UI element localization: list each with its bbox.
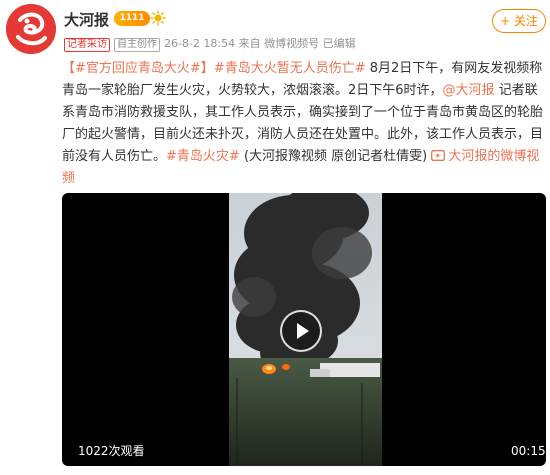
video-icon	[431, 150, 446, 161]
play-icon	[297, 323, 309, 339]
mention-link[interactable]: @大河报	[443, 83, 495, 98]
view-count: 1022次观看	[78, 444, 145, 458]
author-name[interactable]: 大河报	[64, 10, 109, 30]
dahebao-logo	[6, 4, 56, 54]
tag-original: 自主创作	[114, 38, 160, 52]
sun-icon[interactable]	[150, 10, 166, 26]
play-button[interactable]	[280, 310, 322, 352]
post-text: (大河报豫视频 原创记者杜倩雯)	[239, 149, 432, 164]
video-duration: 00:15	[511, 444, 546, 458]
vip-level: 1111	[119, 13, 145, 23]
post-content: 【#官方回应青岛大火#】#青岛大火暂无人员伤亡# 8月2日下午，有网友发视频称青…	[62, 58, 546, 190]
topic-link[interactable]: #青岛大火暂无人员伤亡#	[214, 61, 366, 76]
avatar[interactable]	[6, 4, 56, 54]
vip-badge[interactable]: 1111	[114, 11, 150, 26]
tag-journalist: 记者采访	[64, 38, 110, 52]
post-timestamp[interactable]: 26-8-2 18:54	[164, 37, 235, 50]
follow-button[interactable]: + 关注	[492, 9, 546, 33]
post-source[interactable]: 来自 微博视频号	[239, 37, 320, 50]
post-meta: 记者采访 自主创作 26-8-2 18:54 来自 微博视频号 已编辑	[64, 37, 356, 52]
edited-label[interactable]: 已编辑	[323, 37, 356, 50]
topic-link[interactable]: #青岛火灾#	[166, 149, 240, 164]
topic-link[interactable]: 【#官方回应青岛大火#】	[62, 61, 214, 76]
